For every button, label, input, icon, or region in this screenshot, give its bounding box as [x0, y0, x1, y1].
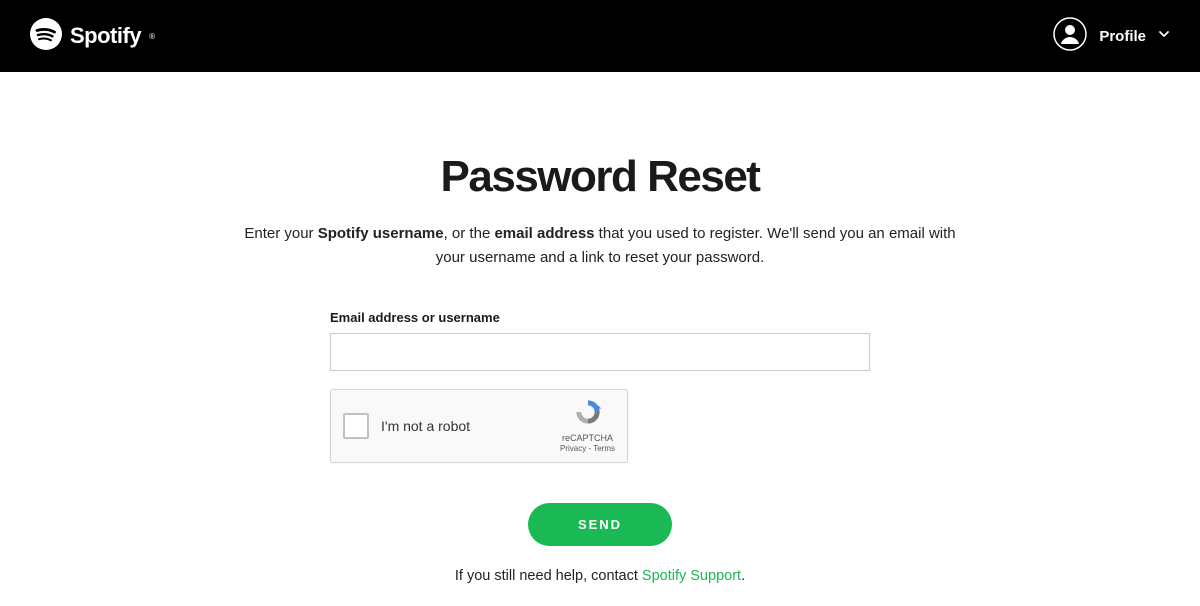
- recaptcha-widget: I'm not a robot reCAPTCHA Privacy - Term…: [330, 389, 628, 463]
- send-button[interactable]: SEND: [528, 503, 672, 546]
- reset-form: Email address or username I'm not a robo…: [330, 310, 870, 463]
- recaptcha-name: reCAPTCHA: [562, 433, 613, 445]
- chevron-down-icon: [1158, 27, 1170, 45]
- support-link[interactable]: Spotify Support: [642, 568, 741, 584]
- profile-menu[interactable]: Profile: [1053, 17, 1170, 56]
- recaptcha-icon: [573, 397, 603, 431]
- page-title: Password Reset: [0, 152, 1200, 202]
- recaptcha-terms-link[interactable]: Terms: [593, 444, 615, 453]
- header: Spotify ® Profile: [0, 0, 1200, 72]
- brand-name: Spotify: [70, 23, 141, 49]
- main-content: Password Reset Enter your Spotify userna…: [0, 72, 1200, 584]
- page-description: Enter your Spotify username, or the emai…: [240, 222, 960, 270]
- help-text: If you still need help, contact Spotify …: [0, 568, 1200, 584]
- trademark: ®: [149, 32, 155, 41]
- recaptcha-label: I'm not a robot: [381, 418, 560, 434]
- spotify-icon: [30, 18, 62, 55]
- email-username-label: Email address or username: [330, 310, 870, 325]
- profile-label: Profile: [1099, 28, 1146, 45]
- profile-avatar-icon: [1053, 17, 1087, 56]
- brand-logo[interactable]: Spotify ®: [30, 18, 155, 55]
- recaptcha-privacy-link[interactable]: Privacy: [560, 444, 586, 453]
- email-username-input[interactable]: [330, 333, 870, 371]
- recaptcha-checkbox[interactable]: [343, 413, 369, 439]
- recaptcha-branding: reCAPTCHA Privacy - Terms: [560, 397, 615, 455]
